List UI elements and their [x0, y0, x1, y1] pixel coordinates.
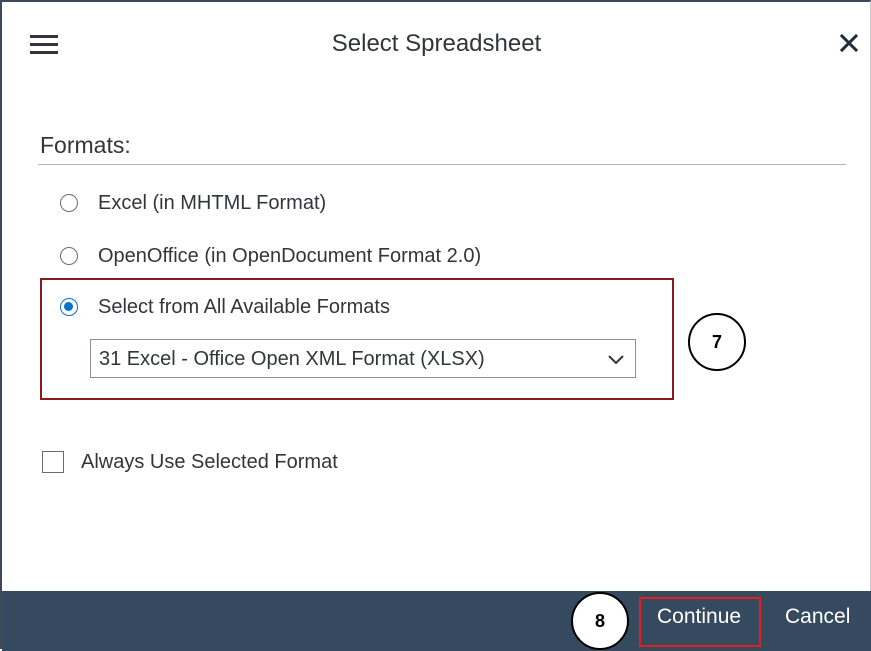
radio-label-all-formats: Select from All Available Formats: [98, 295, 390, 318]
close-icon[interactable]: [834, 26, 864, 60]
radio-all-formats[interactable]: Select from All Available Formats: [60, 293, 390, 321]
radio-label-openoffice: OpenOffice (in OpenDocument Format 2.0): [98, 244, 482, 267]
always-use-format-option[interactable]: Always Use Selected Format: [42, 448, 338, 476]
radio-openoffice[interactable]: OpenOffice (in OpenDocument Format 2.0): [60, 242, 481, 270]
step-8-callout: 8: [571, 592, 629, 650]
radio-button-excel-mhtml[interactable]: [60, 194, 78, 212]
formats-divider: [38, 164, 846, 165]
step-7-callout: 7: [688, 313, 746, 371]
continue-button[interactable]: Continue: [657, 605, 741, 629]
dialog-header: Select Spreadsheet: [2, 2, 871, 88]
always-use-format-checkbox[interactable]: [42, 451, 64, 473]
radio-button-all-formats[interactable]: [60, 298, 78, 316]
radio-button-openoffice[interactable]: [60, 247, 78, 265]
format-select[interactable]: 31 Excel - Office Open XML Format (XLSX): [90, 339, 636, 378]
format-select-value: 31 Excel - Office Open XML Format (XLSX): [99, 348, 485, 370]
dialog-footer: Continue Cancel: [2, 591, 871, 651]
dialog-title: Select Spreadsheet: [331, 30, 542, 57]
chevron-down-icon[interactable]: [607, 353, 625, 371]
formats-heading: Formats:: [40, 132, 131, 158]
select-spreadsheet-dialog: Select Spreadsheet Formats: Excel (in MH…: [0, 0, 871, 651]
always-use-format-label: Always Use Selected Format: [81, 450, 338, 473]
radio-label-excel-mhtml: Excel (in MHTML Format): [98, 191, 327, 214]
radio-excel-mhtml[interactable]: Excel (in MHTML Format): [60, 189, 326, 217]
cancel-button[interactable]: Cancel: [785, 605, 850, 629]
